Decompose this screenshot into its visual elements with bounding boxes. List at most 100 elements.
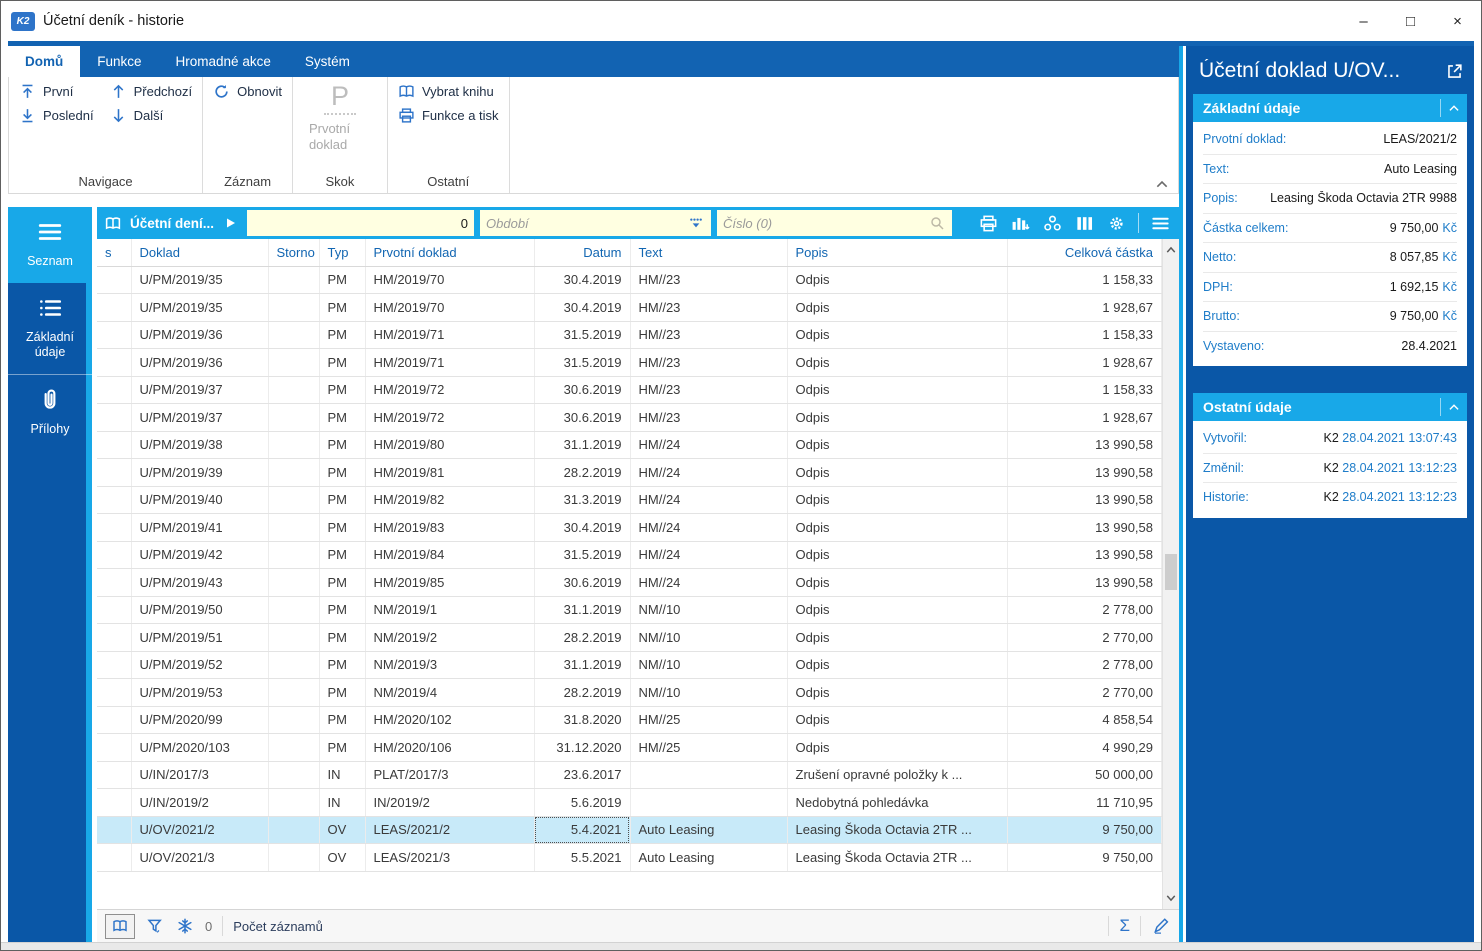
- column-header[interactable]: Celková částka: [1007, 239, 1162, 266]
- cluster-icon[interactable]: [1042, 214, 1063, 233]
- table-cell[interactable]: 13 990,58: [1007, 514, 1162, 542]
- table-cell[interactable]: Auto Leasing: [630, 844, 787, 872]
- select-book-button[interactable]: Vybrat knihu: [398, 83, 499, 100]
- minimize-button[interactable]: –: [1340, 1, 1387, 41]
- table-cell[interactable]: PM: [319, 706, 365, 734]
- pencil-icon[interactable]: [1151, 917, 1171, 935]
- table-cell[interactable]: IN: [319, 789, 365, 817]
- table-cell[interactable]: HM//23: [630, 376, 787, 404]
- table-cell[interactable]: HM/2019/82: [365, 486, 534, 514]
- table-cell[interactable]: PM: [319, 486, 365, 514]
- table-cell[interactable]: NM/2019/1: [365, 596, 534, 624]
- table-cell[interactable]: Odpis: [787, 294, 1007, 322]
- table-cell[interactable]: PM: [319, 514, 365, 542]
- table-cell[interactable]: [268, 789, 319, 817]
- table-cell[interactable]: 50 000,00: [1007, 761, 1162, 789]
- table-cell[interactable]: PM: [319, 541, 365, 569]
- table-cell[interactable]: NM/2019/2: [365, 624, 534, 652]
- table-cell[interactable]: U/PM/2020/103: [131, 734, 268, 762]
- tab-hromadné-akce[interactable]: Hromadné akce: [159, 46, 288, 77]
- table-cell[interactable]: 13 990,58: [1007, 459, 1162, 487]
- table-cell[interactable]: HM//23: [630, 294, 787, 322]
- table-cell[interactable]: [97, 706, 131, 734]
- table-cell[interactable]: [97, 266, 131, 294]
- table-cell[interactable]: PM: [319, 651, 365, 679]
- refresh-button[interactable]: Obnovit: [213, 83, 282, 100]
- table-cell[interactable]: 13 990,58: [1007, 431, 1162, 459]
- table-row[interactable]: U/PM/2019/50PMNM/2019/131.1.2019NM//10Od…: [97, 596, 1162, 624]
- table-cell[interactable]: PM: [319, 376, 365, 404]
- column-header[interactable]: Typ: [319, 239, 365, 266]
- table-row[interactable]: U/PM/2019/42PMHM/2019/8431.5.2019HM//24O…: [97, 541, 1162, 569]
- table-row[interactable]: U/PM/2019/36PMHM/2019/7131.5.2019HM//23O…: [97, 321, 1162, 349]
- tab-domů[interactable]: Domů: [8, 46, 80, 77]
- table-row[interactable]: U/PM/2019/53PMNM/2019/428.2.2019NM//10Od…: [97, 679, 1162, 707]
- table-cell[interactable]: HM/2020/106: [365, 734, 534, 762]
- table-cell[interactable]: HM//24: [630, 569, 787, 597]
- table-cell[interactable]: IN: [319, 761, 365, 789]
- table-cell[interactable]: U/PM/2019/36: [131, 349, 268, 377]
- table-cell[interactable]: Odpis: [787, 569, 1007, 597]
- table-row[interactable]: U/PM/2019/51PMNM/2019/228.2.2019NM//10Od…: [97, 624, 1162, 652]
- table-cell[interactable]: 31.5.2019: [534, 349, 630, 377]
- table-cell[interactable]: 13 990,58: [1007, 541, 1162, 569]
- dropdown-dots-icon[interactable]: [687, 215, 705, 231]
- table-cell[interactable]: [268, 706, 319, 734]
- table-cell[interactable]: 5.6.2019: [534, 789, 630, 817]
- table-cell[interactable]: PM: [319, 321, 365, 349]
- table-row[interactable]: U/PM/2019/40PMHM/2019/8231.3.2019HM//24O…: [97, 486, 1162, 514]
- table-cell[interactable]: [268, 651, 319, 679]
- functions-print-button[interactable]: Funkce a tisk: [398, 107, 499, 124]
- table-cell[interactable]: NM/2019/4: [365, 679, 534, 707]
- table-cell[interactable]: HM//23: [630, 266, 787, 294]
- table-cell[interactable]: 31.1.2019: [534, 651, 630, 679]
- table-cell[interactable]: HM//24: [630, 541, 787, 569]
- table-cell[interactable]: U/PM/2019/41: [131, 514, 268, 542]
- table-cell[interactable]: HM//25: [630, 706, 787, 734]
- next-button[interactable]: Další: [110, 107, 193, 124]
- table-cell[interactable]: 2 770,00: [1007, 624, 1162, 652]
- column-header[interactable]: Doklad: [131, 239, 268, 266]
- scrollbar-thumb[interactable]: [1165, 554, 1177, 590]
- table-cell[interactable]: HM/2019/71: [365, 349, 534, 377]
- table-cell[interactable]: NM//10: [630, 679, 787, 707]
- chevron-up-icon[interactable]: [1441, 101, 1467, 115]
- table-cell[interactable]: [630, 761, 787, 789]
- table-cell[interactable]: PM: [319, 294, 365, 322]
- table-cell[interactable]: OV: [319, 816, 365, 844]
- table-row[interactable]: U/PM/2019/39PMHM/2019/8128.2.2019HM//24O…: [97, 459, 1162, 487]
- table-cell[interactable]: U/PM/2019/37: [131, 376, 268, 404]
- table-cell[interactable]: 1 158,33: [1007, 321, 1162, 349]
- other-data-header[interactable]: Ostatní údaje: [1193, 393, 1467, 421]
- table-cell[interactable]: HM//24: [630, 431, 787, 459]
- collapse-ribbon-button[interactable]: [1154, 177, 1170, 189]
- table-cell[interactable]: PM: [319, 404, 365, 432]
- table-cell[interactable]: NM//10: [630, 624, 787, 652]
- table-cell[interactable]: [268, 761, 319, 789]
- table-cell[interactable]: 2 778,00: [1007, 651, 1162, 679]
- filter-icon[interactable]: [145, 917, 165, 935]
- table-cell[interactable]: 30.6.2019: [534, 404, 630, 432]
- prvotni-doklad-button[interactable]: P Prvotní doklad: [303, 83, 377, 172]
- table-cell[interactable]: [97, 789, 131, 817]
- table-cell[interactable]: Odpis: [787, 734, 1007, 762]
- table-cell[interactable]: [97, 651, 131, 679]
- table-cell[interactable]: HM/2019/84: [365, 541, 534, 569]
- table-cell[interactable]: 31.1.2019: [534, 431, 630, 459]
- table-cell[interactable]: U/PM/2019/35: [131, 294, 268, 322]
- table-cell[interactable]: [97, 624, 131, 652]
- table-cell[interactable]: [268, 569, 319, 597]
- table-cell[interactable]: [97, 486, 131, 514]
- table-cell[interactable]: 11 710,95: [1007, 789, 1162, 817]
- sidebar-item-prilohy[interactable]: Přílohy: [8, 374, 92, 451]
- table-cell[interactable]: U/PM/2019/39: [131, 459, 268, 487]
- table-cell[interactable]: 13 990,58: [1007, 569, 1162, 597]
- table-cell[interactable]: [630, 789, 787, 817]
- table-cell[interactable]: HM//24: [630, 459, 787, 487]
- scroll-down-icon[interactable]: [1163, 889, 1179, 907]
- table-cell[interactable]: [97, 816, 131, 844]
- tab-funkce[interactable]: Funkce: [80, 46, 158, 77]
- table-cell[interactable]: PLAT/2017/3: [365, 761, 534, 789]
- table-cell[interactable]: Odpis: [787, 514, 1007, 542]
- table-cell[interactable]: HM/2019/70: [365, 294, 534, 322]
